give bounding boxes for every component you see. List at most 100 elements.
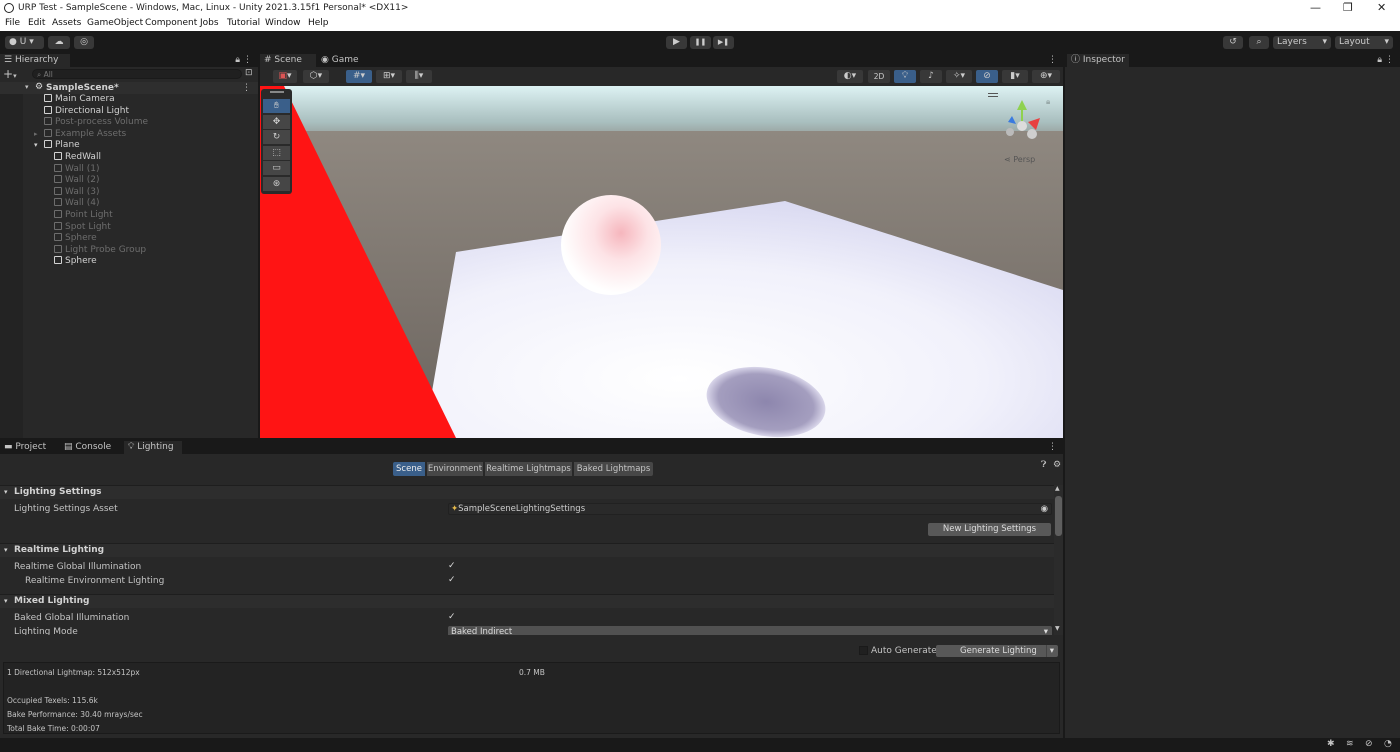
hierarchy-item[interactable]: ▸ Example Assets	[0, 128, 258, 141]
increment-dropdown[interactable]: ⫼▾	[406, 70, 432, 83]
hierarchy-item[interactable]: Wall (3)	[0, 186, 258, 199]
draw-mode-dropdown[interactable]: ▣▾	[273, 70, 297, 83]
subtab-realtime-lightmaps[interactable]: Realtime Lightmaps	[485, 462, 572, 476]
more-icon[interactable]: ⋮	[1048, 55, 1057, 65]
expand-triangle-icon[interactable]: ▾	[25, 83, 29, 91]
scale-tool-button[interactable]: ⬚	[263, 146, 290, 161]
bug-icon[interactable]: ✱	[1327, 739, 1335, 749]
hierarchy-item[interactable]: RedWall	[0, 152, 258, 164]
scroll-down-icon[interactable]: ▼	[1055, 625, 1060, 632]
overlay-handle[interactable]	[270, 91, 284, 93]
hierarchy-item[interactable]: Directional Light	[0, 105, 258, 118]
menu-component[interactable]: Component	[145, 18, 197, 28]
minimize-button[interactable]: —	[1310, 1, 1321, 14]
lighting-mode-dropdown[interactable]: Baked Indirect ▾	[448, 626, 1052, 635]
hierarchy-item[interactable]: Spot Light	[0, 221, 258, 234]
persp-label[interactable]: ⋖ Persp	[1004, 155, 1035, 164]
lighting-scrollbar[interactable]: ▲ ▼	[1054, 485, 1063, 635]
cloud-button[interactable]: ☁	[48, 36, 70, 49]
auto-generate-checkbox[interactable]	[859, 646, 868, 655]
restore-button[interactable]: ❐	[1343, 1, 1353, 14]
scene-row[interactable]: ▾ ⚙ SampleScene* ⋮	[0, 82, 258, 94]
baked-gi-checkbox[interactable]: ✓	[448, 612, 458, 622]
pause-button[interactable]: ❚❚	[690, 36, 711, 49]
scroll-thumb[interactable]	[1055, 496, 1062, 536]
subtab-environment[interactable]: Environment	[427, 462, 483, 476]
expand-triangle-icon[interactable]: ▾	[34, 140, 38, 152]
play-button[interactable]: ▶	[666, 36, 687, 49]
hierarchy-item[interactable]: Wall (4)	[0, 198, 258, 210]
camera-dropdown[interactable]: ▮▾	[1002, 70, 1028, 83]
subtab-baked-lightmaps[interactable]: Baked Lightmaps	[574, 462, 653, 476]
tab-lighting[interactable]: 💡︎ Lighting	[124, 441, 182, 454]
section-realtime-lighting[interactable]: ▾ Realtime Lighting	[0, 543, 1054, 557]
toggle-2d-button[interactable]: 2D	[868, 70, 890, 83]
rotate-tool-button[interactable]: ↻	[263, 130, 290, 145]
render-mode-dropdown[interactable]: ⬡▾	[303, 70, 329, 83]
collab-button[interactable]: ◎	[74, 36, 94, 49]
transform-tool-button[interactable]: ⊛	[263, 177, 290, 192]
more-icon[interactable]: ⋮	[1048, 442, 1057, 452]
realtime-env-checkbox[interactable]: ✓	[448, 575, 458, 585]
grid-snap-dropdown[interactable]: #▾	[346, 70, 372, 83]
stack-icon[interactable]: ≋	[1346, 739, 1354, 749]
menu-file[interactable]: File	[5, 18, 20, 28]
gizmo-lock-icon[interactable]: 🔒︎	[1046, 97, 1050, 106]
lock-icon[interactable]: 🔒︎	[1377, 55, 1382, 65]
tab-inspector[interactable]: ⓘ Inspector	[1067, 54, 1129, 67]
hierarchy-item[interactable]: Post-process Volume	[0, 117, 258, 129]
hierarchy-item[interactable]: Wall (2)	[0, 175, 258, 187]
orientation-dropdown[interactable]: ◐▾	[837, 70, 863, 83]
account-dropdown[interactable]: ● U ▾	[5, 36, 44, 49]
lighting-settings-asset-field[interactable]: ✦SampleSceneLightingSettings ◉	[448, 503, 1052, 515]
history-button[interactable]: ↺	[1223, 36, 1243, 49]
lighting-toggle-button[interactable]: 💡︎	[894, 70, 916, 83]
filter-icon[interactable]: ⊡	[245, 68, 253, 78]
help-icon[interactable]: ❓︎	[1041, 460, 1046, 470]
tab-scene[interactable]: # Scene	[260, 54, 316, 67]
hierarchy-item[interactable]: Light Probe Group	[0, 244, 258, 257]
hierarchy-search-input[interactable]: ⌕ All	[32, 69, 242, 79]
move-tool-button[interactable]: ✥	[263, 115, 290, 130]
menu-help[interactable]: Help	[308, 18, 329, 28]
more-icon[interactable]: ⋮	[243, 55, 252, 65]
rect-tool-button[interactable]: ▭	[263, 161, 290, 176]
section-lighting-settings[interactable]: ▾ Lighting Settings	[0, 485, 1054, 499]
menu-jobs[interactable]: Jobs	[200, 18, 219, 28]
hierarchy-item[interactable]: ▾ Plane	[0, 140, 258, 152]
hierarchy-item[interactable]: Main Camera	[0, 94, 258, 106]
lock-icon[interactable]: 🔒︎	[235, 55, 240, 65]
more-icon[interactable]: ⋮	[1385, 55, 1394, 65]
generate-lighting-button[interactable]: Generate Lighting ▾	[936, 645, 1058, 657]
realtime-gi-checkbox[interactable]: ✓	[448, 561, 458, 571]
hand-tool-button[interactable]: ✋︎	[263, 99, 290, 114]
add-button[interactable]: +▾	[3, 68, 17, 82]
menu-edit[interactable]: Edit	[28, 18, 45, 28]
search-button[interactable]: ⌕	[1249, 36, 1269, 49]
hierarchy-item[interactable]: Sphere	[0, 256, 258, 268]
progress-icon[interactable]: ◔	[1384, 739, 1392, 749]
scene-viewport[interactable]: 🔒︎ ⋖ Persp	[260, 86, 1063, 438]
tab-project[interactable]: ▬ Project	[0, 441, 54, 454]
menu-assets[interactable]: Assets	[52, 18, 81, 28]
layers-dropdown[interactable]: Layers ▾	[1273, 36, 1331, 49]
snap-dropdown[interactable]: ⊞▾	[376, 70, 402, 83]
expand-triangle-icon[interactable]: ▸	[34, 129, 38, 141]
audio-toggle-button[interactable]: ♪	[920, 70, 942, 83]
layout-dropdown[interactable]: Layout ▾	[1335, 36, 1393, 49]
menu-tutorial[interactable]: Tutorial	[227, 18, 260, 28]
tab-console[interactable]: ▤ Console	[60, 441, 120, 454]
effects-dropdown[interactable]: ✧▾	[946, 70, 972, 83]
step-button[interactable]: ▶❚	[713, 36, 734, 49]
subtab-scene[interactable]: Scene	[393, 462, 425, 476]
new-lighting-settings-button[interactable]: New Lighting Settings	[928, 523, 1051, 536]
hidden-objects-button[interactable]: ⊘	[976, 70, 998, 83]
menu-window[interactable]: Window	[265, 18, 301, 28]
chevron-down-icon[interactable]: ▾	[1045, 645, 1054, 657]
hierarchy-item[interactable]: Sphere	[0, 233, 258, 245]
hierarchy-item[interactable]: Wall (1)	[0, 163, 258, 176]
scroll-up-icon[interactable]: ▲	[1055, 485, 1060, 492]
gizmos-dropdown[interactable]: ⊕▾	[1032, 70, 1060, 83]
menu-gameobject[interactable]: GameObject	[87, 18, 143, 28]
settings-gear-icon[interactable]: ⚙	[1053, 460, 1061, 470]
